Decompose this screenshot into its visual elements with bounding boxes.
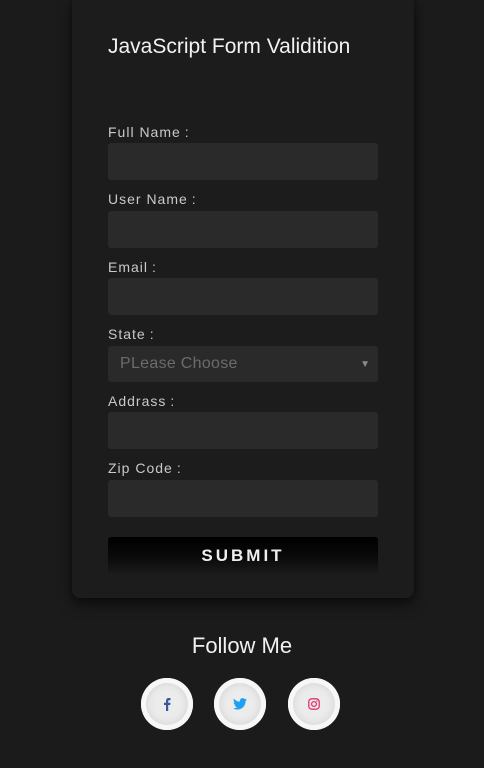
instagram-button[interactable] — [288, 678, 340, 730]
form-card: JavaScript Form Validition Full Name: Us… — [72, 0, 414, 598]
state-label: State: — [108, 326, 155, 342]
follow-title: Follow Me — [191, 633, 293, 658]
full-name-label: Full Name: — [108, 124, 190, 140]
facebook-icon — [164, 698, 171, 711]
zip-code-input[interactable] — [108, 480, 378, 517]
email-label: Email: — [108, 259, 157, 275]
full-name-input[interactable] — [108, 143, 378, 180]
twitter-icon — [233, 698, 247, 710]
email-input[interactable] — [108, 278, 378, 315]
instagram-icon — [308, 698, 320, 710]
caret-down-icon: ▼ — [360, 358, 370, 370]
form-title: JavaScript Form Validition — [108, 35, 351, 58]
address-input[interactable] — [108, 412, 378, 449]
facebook-button[interactable] — [141, 678, 193, 730]
address-label: Addrass: — [108, 393, 176, 409]
user-name-label: User Name: — [108, 191, 197, 207]
zip-code-label: Zip Code: — [108, 460, 182, 476]
state-select-value: PLease Choose — [120, 355, 238, 372]
state-select[interactable]: PLease Choose ▼ — [108, 346, 378, 382]
submit-button[interactable]: SUBMIT — [108, 537, 378, 575]
user-name-input[interactable] — [108, 211, 378, 248]
twitter-button[interactable] — [214, 678, 266, 730]
